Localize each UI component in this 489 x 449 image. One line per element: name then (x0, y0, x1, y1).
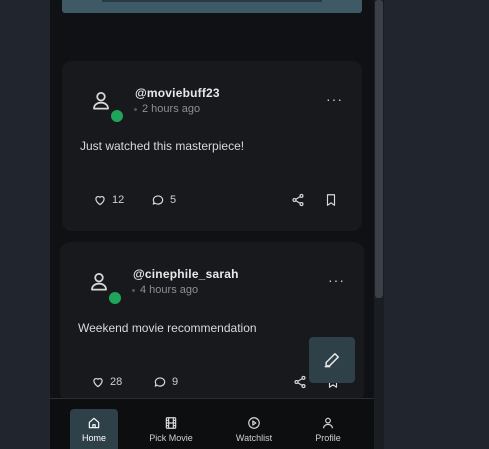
home-icon (88, 417, 100, 429)
comment-button[interactable]: 5 (151, 193, 176, 207)
avatar[interactable] (88, 88, 114, 114)
film-icon (165, 417, 177, 429)
post-time: 2 hours ago (142, 103, 201, 115)
more-options-button[interactable]: ··· (326, 91, 343, 107)
user-icon (91, 273, 107, 291)
play-circle-icon (248, 417, 260, 429)
nav-label: Profile (315, 433, 341, 443)
post-card: @moviebuff23 2 hours ago ··· Just watche… (62, 61, 362, 231)
right-background (384, 0, 489, 449)
like-count: 12 (112, 194, 125, 206)
post-timestamp: 2 hours ago (134, 103, 200, 115)
heart-icon (93, 378, 103, 388)
post-time: 4 hours ago (140, 284, 199, 296)
more-options-button[interactable]: ··· (328, 272, 345, 288)
compose-post-button[interactable] (309, 337, 355, 383)
heart-icon (95, 196, 105, 206)
comment-count: 9 (172, 376, 179, 388)
left-gutter (0, 0, 50, 449)
online-status-dot (109, 292, 121, 304)
bottom-navigation: Home Pick Movie Watchlist Profile (50, 398, 374, 449)
post-text: Weekend movie recommendation (78, 321, 257, 335)
bookmark-button[interactable] (324, 193, 338, 207)
share-button[interactable] (293, 375, 307, 389)
like-button[interactable]: 12 (93, 193, 124, 207)
nav-label: Watchlist (235, 433, 273, 443)
nav-label: Home (81, 433, 106, 443)
scrollbar-thumb[interactable] (375, 0, 383, 298)
bookmark-icon (326, 194, 336, 206)
comment-button[interactable]: 9 (153, 375, 178, 389)
comment-icon (154, 377, 166, 387)
online-status-dot (111, 110, 123, 122)
nav-item-pick-movie[interactable]: Pick Movie (142, 409, 200, 449)
like-count: 28 (110, 376, 123, 388)
feed-app: @moviebuff23 2 hours ago ··· Just watche… (50, 0, 374, 449)
separator-dot (134, 107, 137, 111)
avatar[interactable] (86, 269, 112, 295)
share-button[interactable] (291, 193, 305, 207)
comment-count: 5 (170, 194, 177, 206)
nav-item-home[interactable]: Home (70, 409, 118, 449)
post-username[interactable]: @moviebuff23 (135, 86, 220, 100)
user-icon (93, 92, 109, 110)
like-button[interactable]: 28 (91, 375, 122, 389)
post-text: Just watched this masterpiece! (80, 139, 245, 153)
post-username[interactable]: @cinephile_sarah (133, 267, 239, 281)
comment-icon (152, 195, 164, 205)
share-icon (294, 375, 306, 389)
pencil-icon (324, 353, 339, 368)
share-icon (292, 193, 304, 207)
previous-post-image[interactable] (62, 0, 362, 13)
separator-dot (132, 288, 135, 292)
user-icon (323, 417, 333, 429)
nav-label: Pick Movie (149, 433, 193, 443)
nav-item-watchlist[interactable]: Watchlist (230, 409, 278, 449)
post-timestamp: 4 hours ago (132, 284, 198, 296)
nav-item-profile[interactable]: Profile (304, 409, 352, 449)
